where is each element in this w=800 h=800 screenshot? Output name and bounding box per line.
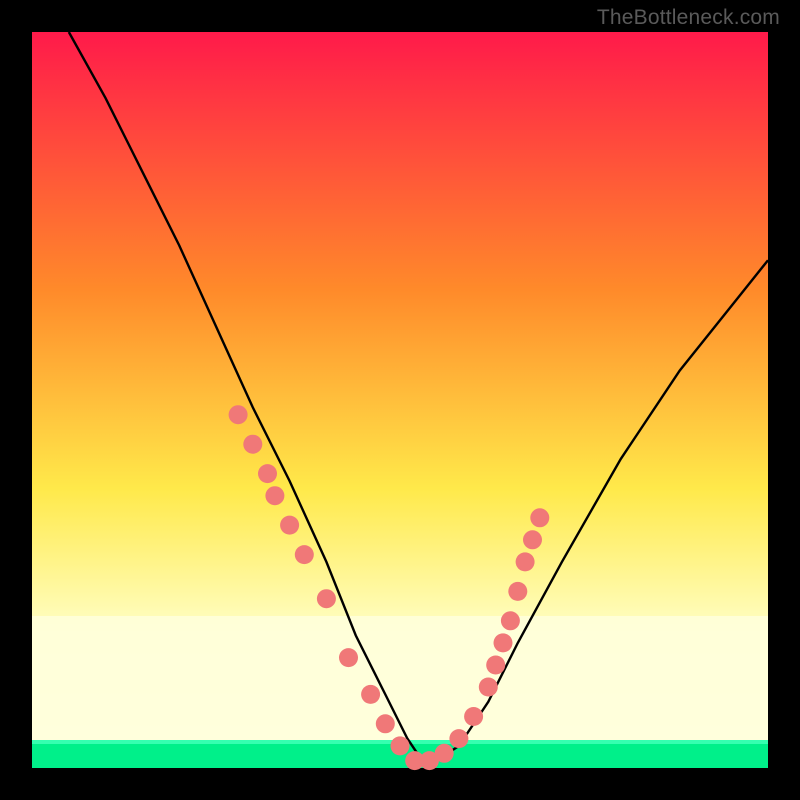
highlight-dot [295, 545, 314, 564]
highlight-dot [516, 552, 535, 571]
highlight-dot [508, 582, 527, 601]
chart-stage: TheBottleneck.com [0, 0, 800, 800]
highlight-dot [258, 464, 277, 483]
highlight-dot [243, 435, 262, 454]
highlight-dot [479, 678, 498, 697]
highlight-dot [523, 530, 542, 549]
highlight-dot [280, 516, 299, 535]
highlight-dot [339, 648, 358, 667]
highlight-dot [486, 656, 505, 675]
highlight-dot [449, 729, 468, 748]
highlight-dot [229, 405, 248, 424]
highlight-dot [265, 486, 284, 505]
highlight-dot [376, 714, 395, 733]
highlight-dot [317, 589, 336, 608]
watermark-text: TheBottleneck.com [597, 6, 780, 30]
highlight-dot [361, 685, 380, 704]
bottleneck-chart [0, 0, 800, 800]
highlight-dot [530, 508, 549, 527]
highlight-dot [494, 633, 513, 652]
highlight-dot [391, 736, 410, 755]
highlight-dot [501, 611, 520, 630]
highlight-dot [435, 744, 454, 763]
highlight-dot [464, 707, 483, 726]
